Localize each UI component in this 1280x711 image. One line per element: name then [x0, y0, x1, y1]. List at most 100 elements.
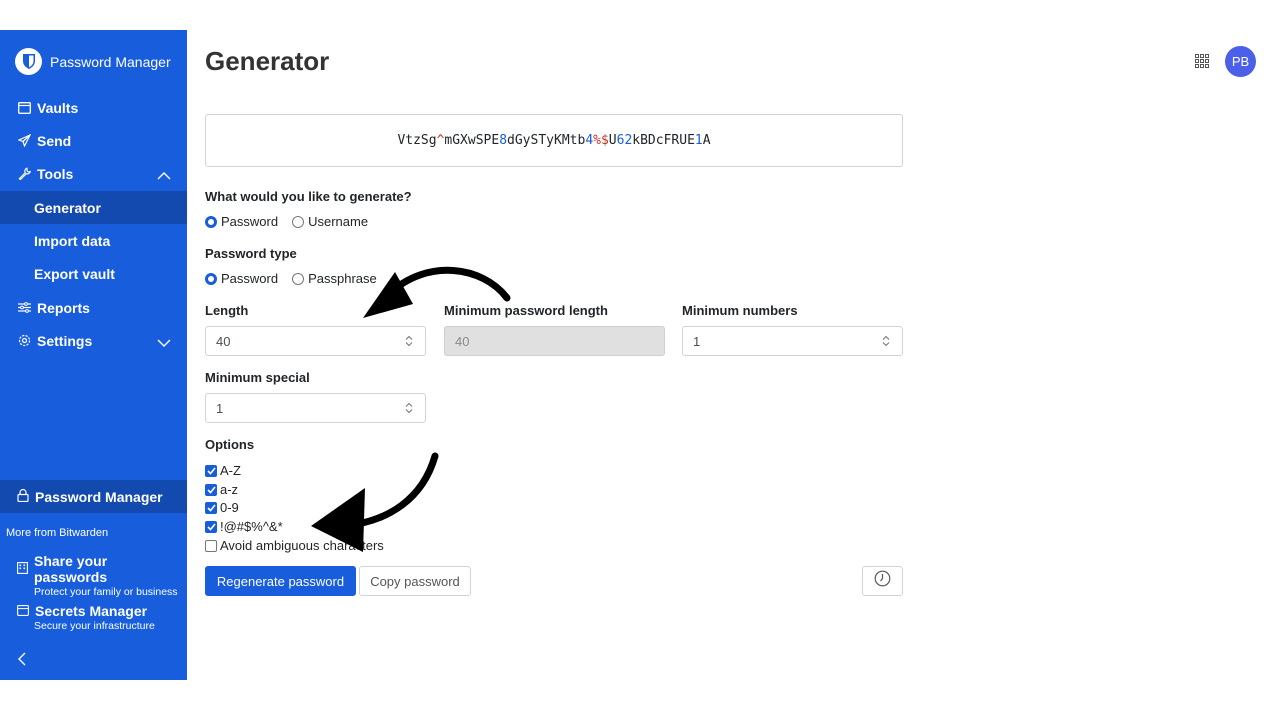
vault-icon [17, 101, 31, 115]
product-switch-password-manager[interactable]: Password Manager [0, 480, 187, 513]
password-type-label: Password type [205, 246, 297, 261]
min-special-value: 1 [216, 400, 224, 416]
option-label: A-Z [220, 463, 241, 478]
checkbox-checked-icon[interactable] [205, 483, 217, 496]
min-special-input[interactable]: 1 [205, 393, 426, 423]
option-special[interactable]: !@#$%^&* [205, 519, 283, 534]
checkbox-checked-icon[interactable] [205, 501, 217, 514]
sidebar: Password Manager Vaults Send Tools Gener… [0, 30, 187, 680]
radio-type-password[interactable] [205, 272, 217, 285]
gear-icon [17, 334, 31, 348]
promo-secrets-manager[interactable]: Secrets Manager Secure your infrastructu… [17, 603, 182, 632]
product-switcher-button[interactable] [1195, 54, 1209, 73]
grid-icon [1195, 54, 1209, 72]
checkbox-checked-icon[interactable] [205, 464, 217, 477]
password-history-button[interactable] [862, 566, 903, 596]
option-label: a-z [220, 482, 239, 497]
sidebar-item-label: Settings [37, 332, 93, 349]
sidebar-item-label: Reports [37, 299, 90, 316]
password-type-radio-group: Password Passphrase [205, 271, 377, 286]
min-numbers-label: Minimum numbers [682, 303, 798, 318]
option-label: !@#$%^&* [220, 519, 283, 534]
password-segment: dGySTyKMtb [507, 133, 586, 148]
checkbox-checked-icon[interactable] [205, 520, 217, 533]
sidebar-item-settings[interactable]: Settings [0, 324, 187, 357]
password-segment: A [702, 133, 711, 148]
sidebar-item-export-vault[interactable]: Export vault [0, 257, 187, 290]
annotation-arrow-icon [363, 266, 511, 318]
password-segment: 8 [499, 133, 508, 148]
radio-type-passphrase[interactable] [292, 272, 305, 285]
promo-share-passwords[interactable]: Share your passwords Protect your family… [17, 553, 182, 598]
lock-icon [17, 488, 29, 505]
brand-name: Password Manager [50, 53, 171, 70]
radio-username[interactable] [292, 215, 305, 228]
annotation-arrow-icon [311, 452, 439, 552]
password-segment: 62 [616, 133, 633, 148]
generate-type-radio-group: Password Username [205, 214, 368, 229]
sidebar-item-label: Tools [37, 165, 74, 182]
sidebar-item-label: Export vault [34, 265, 115, 282]
copy-password-button[interactable]: Copy password [359, 566, 471, 596]
password-segment: kBDcFRUE [632, 133, 695, 148]
min-numbers-value: 1 [693, 333, 701, 349]
sidebar-item-reports[interactable]: Reports [0, 291, 187, 324]
sidebar-item-label: Send [37, 132, 72, 149]
chevron-left-icon [18, 652, 26, 670]
promo-title: Share your passwords [34, 553, 108, 585]
radio-password[interactable] [205, 215, 217, 228]
option-uppercase[interactable]: A-Z [205, 463, 241, 478]
password-segment: %$ [593, 133, 609, 148]
password-segment: VtzSg [397, 133, 437, 148]
min-numbers-input[interactable]: 1 [682, 326, 903, 356]
secrets-manager-icon [17, 603, 29, 619]
length-label: Length [205, 303, 249, 318]
sidebar-item-label: Import data [34, 232, 111, 249]
radio-label: Password [221, 271, 279, 286]
stepper-icon[interactable] [404, 335, 414, 347]
options-label: Options [205, 437, 255, 452]
option-lowercase[interactable]: a-z [205, 482, 238, 497]
page-title: Generator [205, 46, 330, 76]
sidebar-item-tools[interactable]: Tools [0, 157, 187, 190]
option-numbers[interactable]: 0-9 [205, 500, 239, 515]
building-icon [17, 561, 28, 577]
avatar[interactable]: PB [1225, 46, 1256, 77]
sidebar-item-generator[interactable]: Generator [0, 191, 187, 224]
min-length-value: 40 [455, 333, 470, 349]
length-value: 40 [216, 333, 231, 349]
length-input[interactable]: 40 [205, 326, 426, 356]
generate-type-label: What would you like to generate? [205, 189, 412, 204]
sidebar-item-label: Vaults [37, 99, 79, 116]
paper-plane-icon [17, 134, 31, 148]
min-length-input: 40 [444, 326, 665, 356]
bitwarden-shield-icon [15, 48, 42, 75]
clock-icon [874, 570, 891, 592]
generated-password-display: VtzSg ^ mGXwSPE 8 dGySTyKMtb 4 %$ U 62 kBDcFRUE 1 A [205, 114, 903, 167]
reports-icon [17, 301, 31, 315]
password-segment: mGXwSPE [444, 133, 500, 148]
option-label: 0-9 [220, 500, 239, 515]
radio-label: Username [308, 214, 369, 229]
more-from-heading: More from Bitwarden [6, 527, 109, 539]
brand-logo[interactable]: Password Manager [15, 48, 171, 75]
wrench-icon [17, 167, 31, 181]
promo-subtitle: Protect your family or business [34, 586, 178, 598]
stepper-icon[interactable] [881, 335, 891, 347]
promo-subtitle: Secure your infrastructure [34, 620, 155, 632]
collapse-sidebar-button[interactable] [18, 652, 26, 671]
sidebar-item-label: Generator [34, 199, 101, 216]
password-segment: ^ [436, 133, 445, 148]
product-switch-label: Password Manager [35, 488, 163, 505]
sidebar-item-vaults[interactable]: Vaults [0, 91, 187, 124]
radio-label: Password [221, 214, 279, 229]
password-segment: 1 [694, 133, 703, 148]
regenerate-password-button[interactable]: Regenerate password [205, 566, 356, 596]
password-segment: 4 [585, 133, 594, 148]
checkbox-unchecked-icon[interactable] [205, 539, 217, 552]
sidebar-item-import-data[interactable]: Import data [0, 224, 187, 257]
sidebar-item-send[interactable]: Send [0, 124, 187, 157]
stepper-icon[interactable] [404, 402, 414, 414]
chevron-down-icon [157, 334, 171, 350]
promo-title: Secrets Manager [35, 603, 148, 619]
